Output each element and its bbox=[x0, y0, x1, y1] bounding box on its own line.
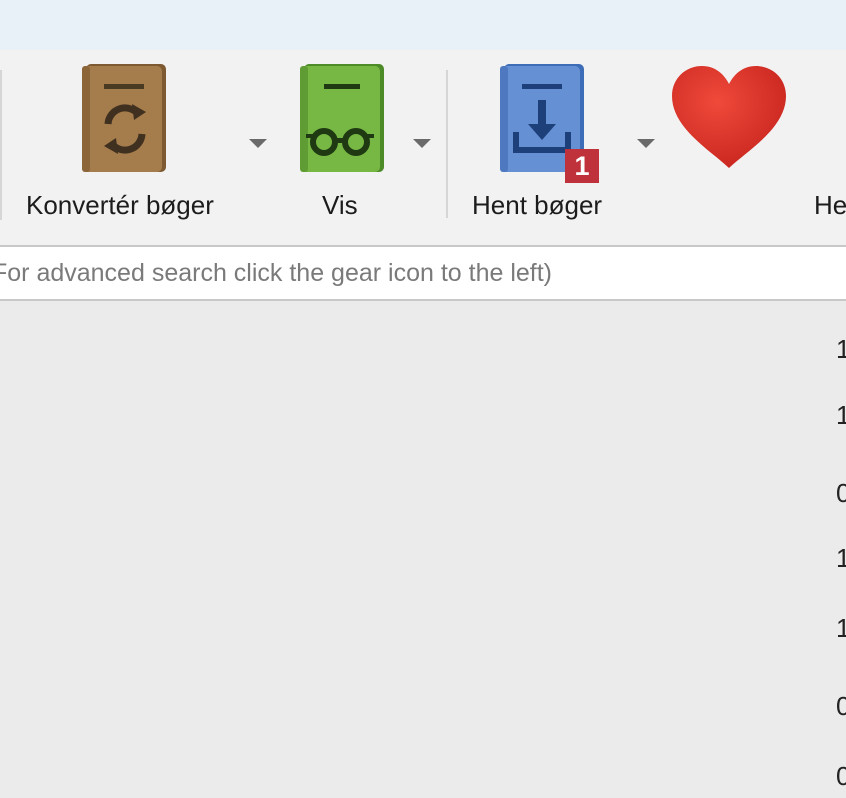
table-cell: 0 bbox=[836, 478, 846, 508]
search-input[interactable] bbox=[0, 247, 838, 299]
table-cell: 1 bbox=[836, 613, 846, 643]
view-dropdown-icon[interactable] bbox=[413, 139, 431, 148]
search-bar bbox=[0, 245, 846, 301]
table-cell: 1 bbox=[836, 400, 846, 430]
heart-icon bbox=[672, 66, 786, 168]
convert-books-icon bbox=[82, 64, 166, 172]
window-title-bar bbox=[0, 0, 846, 50]
book-list-area[interactable]: 1 1 0 1 1 0 0 bbox=[0, 301, 846, 798]
view-book-icon bbox=[300, 64, 384, 172]
main-toolbar: Konvertér bøger Vis 1 Hent bøger He bbox=[0, 50, 846, 245]
fetch-books-label: Hent bøger bbox=[472, 190, 603, 220]
view-button[interactable]: Vis bbox=[280, 50, 400, 240]
toolbar-separator bbox=[0, 70, 2, 220]
table-cell: 0 bbox=[836, 761, 846, 791]
convert-books-label: Konvertér bøger bbox=[26, 190, 214, 220]
table-cell: 1 bbox=[836, 543, 846, 573]
convert-books-dropdown-icon[interactable] bbox=[249, 139, 267, 148]
toolbar-separator bbox=[446, 70, 448, 218]
donate-label: He bbox=[814, 190, 846, 220]
fetch-books-notification-badge: 1 bbox=[565, 149, 599, 183]
fetch-books-dropdown-icon[interactable] bbox=[637, 139, 655, 148]
convert-books-button[interactable]: Konvertér bøger bbox=[10, 50, 235, 240]
view-label: Vis bbox=[322, 190, 358, 220]
table-cell: 1 bbox=[836, 334, 846, 364]
fetch-books-button[interactable]: 1 Hent bøger bbox=[462, 50, 632, 240]
table-cell: 0 bbox=[836, 691, 846, 721]
donate-button[interactable]: He bbox=[668, 50, 846, 240]
